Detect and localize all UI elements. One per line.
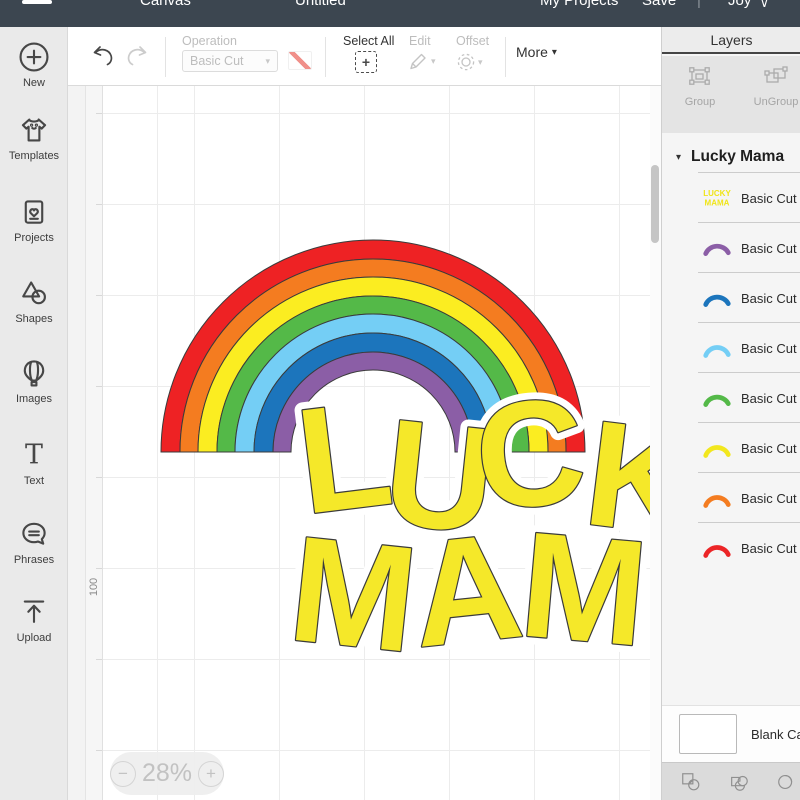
sidebar-item-new[interactable]: New — [0, 40, 68, 106]
layer-row-red-arc[interactable]: Basic Cut — [662, 523, 800, 573]
top-bar: Canvas Untitled My Projects Save | Joy ∨ — [0, 0, 800, 27]
zoom-out-button[interactable]: − — [110, 761, 136, 787]
layer-row-text[interactable]: LUCKY MAMA Basic Cut — [662, 173, 800, 223]
layer-thumbnail-arc — [701, 386, 733, 410]
lucky-mama-design[interactable]: LUCKY LUCKY MAMA MAMA — [103, 86, 650, 800]
select-all-label: Select All — [343, 34, 394, 48]
save-button[interactable]: Save — [642, 0, 676, 9]
chevron-down-icon: ▾ — [265, 56, 270, 67]
edit-toolbar: Operation Basic Cut ▾ Select All + Edit … — [68, 27, 661, 86]
collapse-arrow-icon[interactable]: ▾ — [676, 152, 681, 163]
attach-icon[interactable] — [776, 771, 798, 793]
blank-canvas-row[interactable]: Blank Canvas — [662, 705, 800, 762]
layer-row-lightblue-arc[interactable]: Basic Cut — [662, 323, 800, 373]
vertical-ruler: 100 — [85, 86, 103, 800]
toolbar-divider — [325, 37, 326, 77]
layer-row-darkblue-arc[interactable]: Basic Cut — [662, 273, 800, 323]
layer-group-header[interactable]: ▾ Lucky Mama — [662, 141, 800, 173]
sidebar-item-upload[interactable]: Upload — [0, 595, 68, 661]
layer-thumbnail-arc — [701, 436, 733, 460]
layer-list: LUCKY MAMA Basic Cut Basic Cut Basic Cut — [662, 173, 800, 573]
operation-color-swatch[interactable] — [288, 51, 312, 70]
sidebar-item-shapes[interactable]: Shapes — [0, 276, 68, 342]
design-canvas[interactable]: LUCKY LUCKY MAMA MAMA — [103, 86, 650, 800]
layer-thumbnail-arc — [701, 336, 733, 360]
layer-thumbnail-arc — [701, 536, 733, 560]
layers-footer-bar — [662, 762, 800, 800]
blank-canvas-swatch[interactable] — [679, 714, 737, 754]
sidebar-item-phrases[interactable]: Phrases — [0, 517, 68, 583]
toolbar-divider — [165, 37, 166, 77]
select-all-button[interactable]: + — [355, 51, 377, 73]
sidebar-item-images[interactable]: Images — [0, 356, 68, 422]
chevron-down-icon: ▾ — [552, 47, 557, 58]
topbar-divider: | — [697, 0, 701, 9]
speech-bubble-icon — [17, 517, 51, 551]
project-title: Untitled — [295, 0, 346, 9]
tshirt-icon — [17, 113, 51, 147]
layer-thumbnail-text: LUCKY MAMA — [701, 186, 733, 210]
letter-t-icon: T — [17, 438, 51, 472]
operation-label: Operation — [182, 34, 237, 48]
undo-icon — [90, 44, 116, 67]
machine-select-button[interactable]: Joy — [728, 0, 751, 9]
more-button[interactable]: More ▾ — [516, 44, 557, 60]
canvas-scrollbar — [650, 86, 661, 800]
hamburger-menu-icon[interactable] — [22, 0, 52, 8]
operation-dropdown[interactable]: Basic Cut ▾ — [182, 50, 278, 72]
edit-label: Edit — [409, 34, 431, 48]
layers-actions-bar: Group UnGroup — [662, 56, 800, 133]
group-button[interactable]: Group — [672, 66, 728, 108]
sidebar-item-text[interactable]: T Text — [0, 438, 68, 504]
svg-text:LUCKY: LUCKY — [703, 189, 731, 198]
chevron-down-icon[interactable]: ∨ — [760, 0, 769, 10]
sidebar-item-projects[interactable]: Projects — [0, 195, 68, 261]
app-window: Canvas Untitled My Projects Save | Joy ∨… — [0, 0, 800, 800]
layer-group-name: Lucky Mama — [691, 148, 784, 166]
layer-row-purple-arc[interactable]: Basic Cut — [662, 223, 800, 273]
layers-panel: Layers Group UnGroup — [661, 27, 800, 800]
undo-button[interactable] — [90, 44, 116, 67]
redo-button[interactable] — [124, 44, 150, 67]
ruler-label: 100 — [88, 578, 100, 596]
tab-layers[interactable]: Layers — [662, 27, 800, 54]
balloon-icon — [17, 356, 51, 390]
zoom-in-button[interactable]: + — [198, 761, 224, 787]
layer-row-orange-arc[interactable]: Basic Cut — [662, 473, 800, 523]
layer-thumbnail-arc — [701, 486, 733, 510]
upload-arrow-icon — [17, 595, 51, 629]
edit-button[interactable]: ▾ — [408, 52, 436, 71]
canvas-area: 100 LUCKY LU — [68, 86, 661, 800]
weld-icon[interactable] — [728, 771, 750, 793]
offset-button[interactable]: ▾ — [456, 52, 483, 72]
redo-icon — [124, 44, 150, 67]
layer-thumbnail-arc — [701, 236, 733, 260]
offset-sun-icon — [456, 52, 476, 72]
my-projects-link[interactable]: My Projects — [540, 0, 618, 9]
card-heart-icon — [17, 195, 51, 229]
pencil-icon — [408, 52, 429, 71]
design-text-mama[interactable]: MAMA — [283, 497, 650, 684]
group-icon — [687, 66, 713, 88]
scrollbar-thumb[interactable] — [651, 165, 659, 243]
plus-circle-icon — [17, 40, 51, 74]
offset-label: Offset — [456, 34, 489, 48]
layer-thumbnail-arc — [701, 286, 733, 310]
toolbar-divider — [505, 37, 506, 77]
chevron-down-icon: ▾ — [431, 56, 436, 67]
zoom-level: 28% — [142, 759, 192, 788]
sidebar-item-templates[interactable]: Templates — [0, 113, 68, 179]
triangle-circle-icon — [17, 276, 51, 310]
layer-row-green-arc[interactable]: Basic Cut — [662, 373, 800, 423]
chevron-down-icon: ▾ — [478, 57, 483, 68]
svg-text:T: T — [25, 440, 43, 471]
svg-text:MAMA: MAMA — [705, 199, 730, 208]
zoom-control: − 28% + — [110, 752, 224, 795]
slice-icon[interactable] — [680, 771, 702, 793]
ungroup-icon — [763, 66, 789, 88]
layer-row-yellow-arc[interactable]: Basic Cut — [662, 423, 800, 473]
left-sidebar: New Templates Projects Shapes — [0, 27, 68, 800]
canvas-menu-label[interactable]: Canvas — [140, 0, 191, 9]
ungroup-button[interactable]: UnGroup — [748, 66, 800, 108]
